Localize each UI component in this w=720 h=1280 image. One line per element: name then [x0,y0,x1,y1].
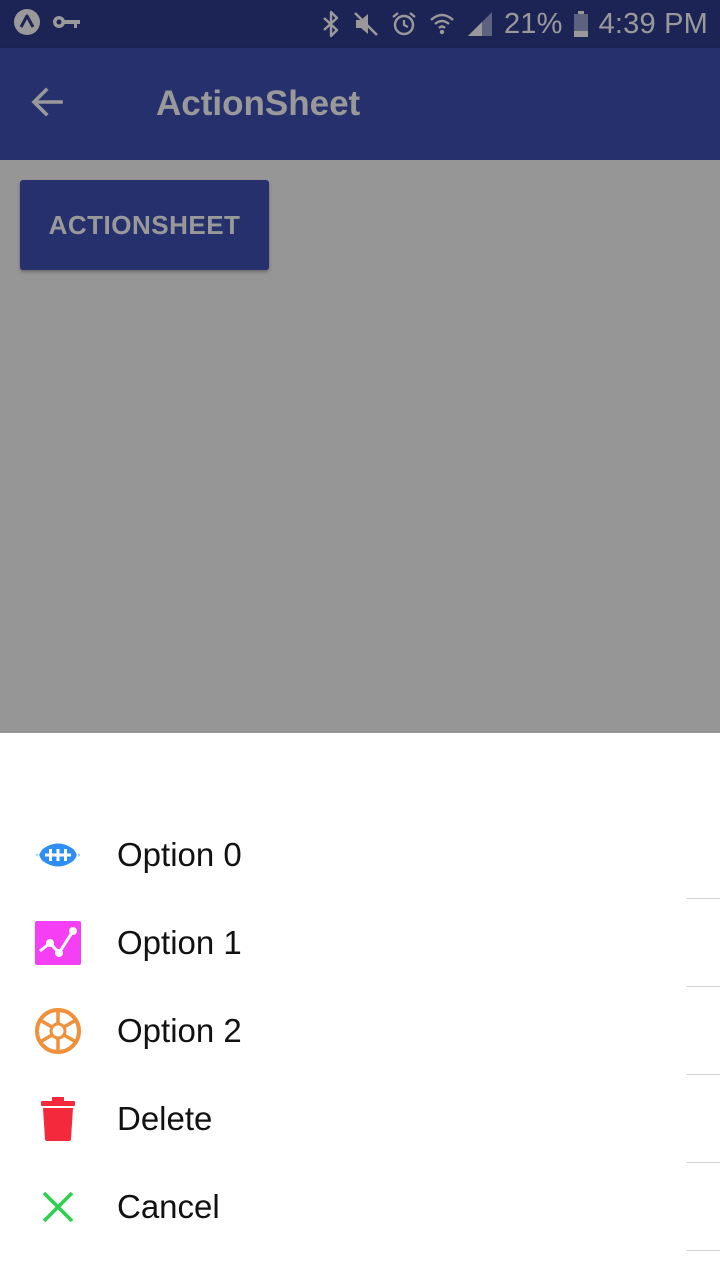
aperture-icon [0,987,116,1075]
football-icon [0,811,116,899]
action-sheet-item-label: Cancel [117,1188,220,1225]
action-sheet-item-label: Option 0 [117,836,242,873]
action-sheet-item-option-1[interactable]: Option 1 [0,899,720,987]
trash-icon [0,1075,116,1163]
backdrop-overlay[interactable] [0,0,720,733]
action-sheet-item-option-0[interactable]: Option 0 [0,811,720,899]
action-sheet-item-label: Option 2 [117,1012,242,1049]
action-sheet-item-label: Option 1 [117,924,242,961]
action-sheet-item-option-2[interactable]: Option 2 [0,987,720,1075]
action-sheet-item-label: Delete [117,1100,213,1137]
analytics-icon [0,899,116,987]
action-sheet-list: Option 0 Option 1 Option 2 Delete Cancel [0,811,720,1251]
divider [686,1250,720,1251]
action-sheet-item-delete[interactable]: Delete [0,1075,720,1163]
close-icon [0,1163,116,1251]
action-sheet-item-cancel[interactable]: Cancel [0,1163,720,1251]
action-sheet: Option 0 Option 1 Option 2 Delete Cancel [0,733,720,1280]
